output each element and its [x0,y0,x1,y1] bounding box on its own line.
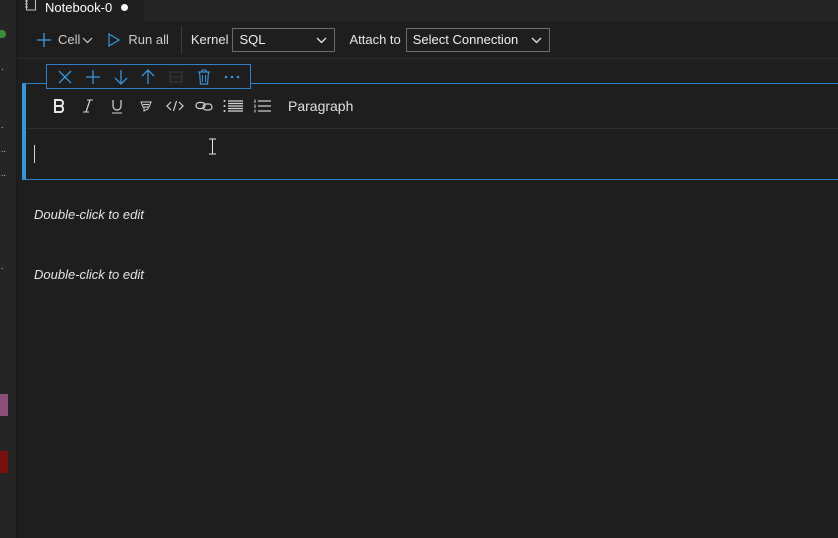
bulleted-list-button[interactable] [218,96,247,116]
bulleted-list-icon [223,100,243,112]
text-caret [34,145,35,163]
highlight-button[interactable] [131,96,160,116]
link-icon [194,101,213,111]
ellipsis-icon: .. [1,168,7,178]
italic-button[interactable] [73,96,102,116]
arrow-down-icon [114,69,128,85]
cell-toolbar [46,64,251,89]
ellipsis-icon: · [1,64,4,74]
link-button[interactable] [189,96,218,116]
markdown-cell-active[interactable]: Paragraph [22,83,838,180]
attach-to-value: Select Connection [412,32,519,47]
chevron-down-icon [82,37,93,43]
cell-placeholder[interactable]: Double-click to edit [34,207,144,222]
close-icon [58,70,72,83]
tab-title: Notebook-0 [45,0,113,15]
status-indicator-icon [0,30,6,38]
tab-notebook[interactable]: Notebook-0 [17,0,144,21]
highlighter-icon [139,101,152,112]
markdown-toolbar: Paragraph [26,84,838,129]
ibeam-cursor-icon [209,138,216,155]
attach-to-select[interactable]: Select Connection [405,27,550,52]
close-cell-button[interactable] [56,68,74,86]
toolbar-divider [180,25,182,54]
unsaved-dot-icon[interactable] [121,3,129,11]
split-cell-button[interactable] [167,68,185,86]
play-icon [108,32,121,47]
activity-strip: · . .. .. . [0,0,17,538]
move-cell-down-button[interactable] [112,68,130,86]
code-button[interactable] [160,96,189,116]
attach-to-label: Attach to [349,32,401,47]
more-actions-button[interactable] [223,68,241,86]
notebook-toolbar: Cell Run all Kernel SQL Attach to Select… [17,21,838,59]
arrow-up-icon [141,68,155,84]
notebook-icon [25,0,37,18]
underline-icon [111,99,122,113]
kernel-value: SQL [239,32,266,47]
underline-button[interactable] [102,96,131,116]
move-cell-up-button[interactable] [139,68,157,86]
ellipsis-icon: . [1,261,4,271]
add-cell-button[interactable]: Cell [36,32,93,48]
split-cell-icon [169,71,183,82]
tab-bar: Notebook-0 [17,0,838,21]
delete-cell-button[interactable] [195,68,213,86]
add-cell-below-button[interactable] [84,68,102,86]
kernel-label: Kernel [190,32,229,47]
run-all-button[interactable]: Run all [107,32,169,47]
italic-icon [82,99,93,113]
plus-icon [85,69,100,84]
code-icon [165,100,184,112]
numbered-list-icon [254,99,271,113]
numbered-list-button[interactable] [247,96,276,116]
chevron-down-icon [316,37,327,43]
more-icon [224,75,240,78]
trash-icon [198,69,211,85]
kernel-select[interactable]: SQL [232,27,336,52]
paragraph-style-dropdown[interactable]: Paragraph [288,98,353,114]
marker-pink [0,394,8,416]
bold-icon [53,99,64,113]
cell-label: Cell [58,32,81,47]
ellipsis-icon: .. [1,144,7,154]
cell-placeholder[interactable]: Double-click to edit [34,267,144,282]
bold-button[interactable] [44,96,73,116]
markdown-editor[interactable] [26,130,838,179]
marker-red [0,451,8,473]
plus-icon [37,32,51,47]
ellipsis-icon: . [1,120,4,130]
chevron-down-icon [531,37,542,43]
run-all-label: Run all [128,32,169,47]
